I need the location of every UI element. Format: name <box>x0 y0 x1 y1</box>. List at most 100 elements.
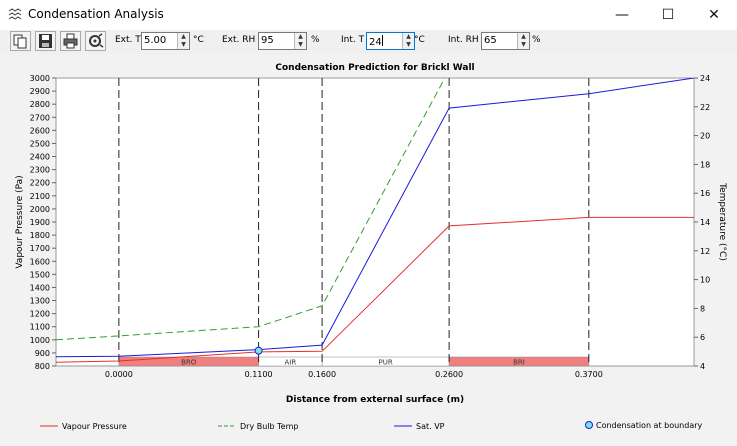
y2-tick-label: 4 <box>700 362 705 371</box>
y-axis-label: Vapour Pressure (Pa) <box>15 175 25 268</box>
y-tick-label: 2100 <box>30 192 50 201</box>
y-tick-label: 800 <box>35 362 50 371</box>
print-icon <box>63 33 78 49</box>
y-tick-label: 1600 <box>30 257 50 266</box>
spin-down-icon[interactable]: ▼ <box>178 41 189 49</box>
y2-tick-label: 18 <box>700 160 710 169</box>
y-tick-label: 900 <box>35 349 50 358</box>
ext-rh-unit: % <box>311 35 320 45</box>
y-tick-label: 2300 <box>30 166 50 175</box>
legend-label: Dry Bulb Temp <box>240 422 298 431</box>
int-t-input[interactable]: 24 ▲ ▼ <box>366 32 415 50</box>
layer-label-bro: BRO <box>181 359 197 367</box>
chart-title: Condensation Prediction for Brickl Wall <box>275 63 474 73</box>
y-tick-label: 2600 <box>30 126 50 135</box>
y2-tick-label: 14 <box>700 218 710 227</box>
y-tick-label: 1500 <box>30 270 50 279</box>
minimize-icon: — <box>615 7 629 23</box>
options-button[interactable] <box>85 31 106 51</box>
x-tick-label: 0.0000 <box>105 370 133 379</box>
y2-axis-label: Temperature (°C) <box>717 182 727 261</box>
y-tick-label: 2400 <box>30 153 50 162</box>
y-tick-label: 2900 <box>30 87 50 96</box>
y-tick-label: 1800 <box>30 231 50 240</box>
layer-label-pur: PUR <box>378 359 392 367</box>
options-icon <box>89 33 104 48</box>
maximize-icon: ☐ <box>661 7 675 23</box>
legend-label: Vapour Pressure <box>62 422 127 431</box>
spin-down-icon[interactable]: ▼ <box>518 41 529 49</box>
x-tick-label: 0.2600 <box>435 370 463 379</box>
window-title: Condensation Analysis <box>28 7 164 21</box>
y-tick-label: 1300 <box>30 297 50 306</box>
close-icon: ✕ <box>708 7 720 23</box>
title-bar: Condensation Analysis — ☐ ✕ <box>0 0 737 30</box>
save-icon <box>39 34 52 48</box>
copy-button[interactable] <box>10 31 31 51</box>
y2-tick-label: 10 <box>700 276 710 285</box>
close-button[interactable]: ✕ <box>691 0 737 30</box>
layer-label-bri: BRI <box>513 359 525 367</box>
x-tick-label: 0.3700 <box>575 370 603 379</box>
y-tick-label: 1400 <box>30 283 50 292</box>
y-tick-label: 3000 <box>30 74 50 83</box>
y2-tick-label: 8 <box>700 304 705 313</box>
y-tick-label: 2000 <box>30 205 50 214</box>
ext-rh-label: Ext. RH <box>222 35 256 45</box>
ext-rh-input[interactable]: 95 ▲ ▼ <box>258 32 307 50</box>
copy-icon <box>13 34 27 49</box>
int-t-value: 24 <box>369 35 383 48</box>
y-tick-label: 1100 <box>30 323 50 332</box>
condensation-point <box>254 346 263 355</box>
ext-t-input[interactable]: 5.00 ▲ ▼ <box>141 32 190 50</box>
spin-up-icon[interactable]: ▲ <box>403 33 414 41</box>
y-tick-label: 1900 <box>30 218 50 227</box>
y-tick-label: 2500 <box>30 139 50 148</box>
y-tick-label: 2700 <box>30 113 50 122</box>
int-t-unit: °C <box>414 35 425 45</box>
legend-label: Sat. VP <box>416 422 445 431</box>
save-button[interactable] <box>35 31 56 51</box>
toolbar: Ext. T 5.00 ▲ ▼ °C Ext. RH 95 ▲ ▼ % Int. T… <box>0 30 737 55</box>
x-tick-label: 0.1600 <box>308 370 336 379</box>
int-rh-value: 65 <box>484 35 497 46</box>
spin-down-icon[interactable]: ▼ <box>295 41 306 49</box>
spin-up-icon[interactable]: ▲ <box>518 33 529 41</box>
y2-tick-label: 22 <box>700 103 710 112</box>
print-button[interactable] <box>60 31 81 51</box>
y-tick-label: 2200 <box>30 179 50 188</box>
spin-up-icon[interactable]: ▲ <box>178 33 189 41</box>
y2-tick-label: 20 <box>700 132 710 141</box>
spin-down-icon[interactable]: ▼ <box>403 41 414 49</box>
maximize-button[interactable]: ☐ <box>645 0 691 30</box>
y2-tick-label: 12 <box>700 247 710 256</box>
int-rh-label: Int. RH <box>448 35 479 45</box>
int-t-spinner[interactable]: ▲ ▼ <box>402 33 414 49</box>
y-tick-label: 1700 <box>30 244 50 253</box>
y-tick-label: 1000 <box>30 336 50 345</box>
y-tick-label: 2800 <box>30 100 50 109</box>
ext-t-spinner[interactable]: ▲ ▼ <box>177 33 189 49</box>
minimize-button[interactable]: — <box>599 0 645 30</box>
chart-panel: Condensation Prediction for Brickl Wall … <box>0 54 737 446</box>
ext-t-unit: °C <box>193 35 204 45</box>
int-t-label: Int. T <box>341 35 365 45</box>
int-rh-spinner[interactable]: ▲ ▼ <box>517 33 529 49</box>
x-tick-label: 0.1100 <box>245 370 273 379</box>
ext-rh-value: 95 <box>261 35 274 46</box>
y2-tick-label: 24 <box>700 74 710 83</box>
int-rh-unit: % <box>532 35 541 45</box>
layer-label-air: AIR <box>284 359 296 367</box>
legend-condensation-marker <box>585 421 593 429</box>
condensation-chart: Condensation Prediction for Brickl Wall … <box>0 54 737 446</box>
x-axis-label: Distance from external surface (m) <box>286 395 464 405</box>
spin-up-icon[interactable]: ▲ <box>295 33 306 41</box>
y2-tick-label: 16 <box>700 189 710 198</box>
y-tick-label: 1200 <box>30 310 50 319</box>
int-rh-input[interactable]: 65 ▲ ▼ <box>481 32 530 50</box>
ext-rh-spinner[interactable]: ▲ ▼ <box>294 33 306 49</box>
y2-tick-label: 6 <box>700 333 705 342</box>
legend-label: Condensation at boundary <box>596 421 703 430</box>
ext-t-value: 5.00 <box>144 35 167 46</box>
ext-t-label: Ext. T <box>115 35 141 45</box>
